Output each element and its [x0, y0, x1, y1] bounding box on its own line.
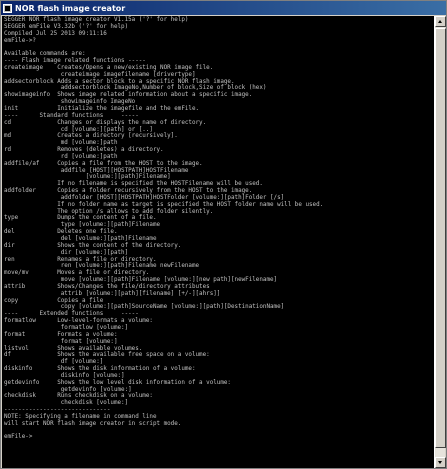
- console-line: will start NOR flash image creator in sc…: [4, 420, 182, 427]
- console-line: checkdisk Runs checkdisk on a volume:: [4, 393, 153, 400]
- console-line: addfolder Copies a folder recursively fr…: [4, 188, 253, 195]
- scroll-down-arrow-icon[interactable]: [435, 457, 446, 468]
- console-line: copy Copies a file: [4, 297, 104, 304]
- console-line: attrib [volume:][path][filename] [+/-][a…: [4, 290, 221, 297]
- vertical-scrollbar[interactable]: [434, 16, 446, 468]
- console-line: showimageinfo Shows image related inform…: [4, 92, 253, 99]
- console-line: cd [volume:][path] or [..]: [4, 126, 153, 133]
- console-line: formatlow Low-level-formats a volume:: [4, 318, 153, 325]
- console-line: listvol Shows available volumes.: [4, 345, 143, 352]
- console-line: dir Shows the content of the directory.: [4, 242, 182, 249]
- console-line: ren [volume:][path]Filename newFilename: [4, 263, 200, 270]
- console-line: Compiled Jul 25 2013 09:11:16: [4, 30, 107, 37]
- console-line: rd [volume:]path: [4, 153, 118, 160]
- scroll-up-arrow-icon[interactable]: [435, 16, 446, 27]
- console-line: format [volume:]: [4, 338, 118, 345]
- console-line: format Formats a volume:: [4, 331, 118, 338]
- console-line: rd Removes (deletes) a directory.: [4, 147, 164, 154]
- console-line: addfolder [HOST][HOSTPATH]HOSTFolder [vo…: [4, 194, 285, 201]
- console-text: SEGGER NOR flash image creator V1.15a ('…: [4, 17, 434, 441]
- console-line: getdevinfo [volume:]: [4, 386, 132, 393]
- console-line: md Creates a directory [recursively].: [4, 133, 178, 140]
- console-line: checkdisk [volume:]: [4, 400, 129, 407]
- console-line: formatlow [volume:]: [4, 324, 129, 331]
- console-line: NOTE: Specifying a filename in command l…: [4, 413, 157, 420]
- console-line: ---- Extended functions -----: [4, 311, 139, 318]
- console-line: emFile->: [4, 434, 33, 441]
- console-line: createimage Creates/Opens a new/existing…: [4, 64, 214, 71]
- console-line: del Deletes one file.: [4, 229, 118, 236]
- console-line: md [volume:]path: [4, 140, 118, 147]
- console-line: addfile [HOST][HOSTPATH]HOSTFilename: [4, 167, 189, 174]
- console-line: addfile/af Copies a file from the HOST t…: [4, 160, 203, 167]
- console-line: If no filename is specified the HOSTFile…: [4, 181, 263, 188]
- console-line: ---- Standard functions -----: [4, 112, 139, 119]
- console-line: ------------------------------: [4, 407, 111, 414]
- console-line: [volume:][path]Filename]: [4, 174, 171, 181]
- console-line: addsectorblock ImageNo,Number of block,S…: [4, 85, 267, 92]
- console-line: move [volume:][path]Filename [volume:][n…: [4, 277, 278, 284]
- console-line: copy [volume:][path]SourceName [volume:]…: [4, 304, 285, 311]
- console-line: df [volume:]: [4, 359, 104, 366]
- console-line: createimage imagefilename [drivertype]: [4, 71, 196, 78]
- console-line: SEGGER NOR flash image creator V1.15a ('…: [4, 17, 189, 23]
- console-line: diskinfo [volume:]: [4, 372, 125, 379]
- console-line: move/mv Moves a file or directory.: [4, 270, 150, 277]
- console-line: init Initialize the imagefile and the em…: [4, 105, 200, 112]
- console-line: If no folder name as target is specified…: [4, 201, 324, 208]
- console-line: attrib Shows/Changes the file/directory …: [4, 283, 210, 290]
- scrollbar-thumb[interactable]: [435, 28, 446, 448]
- console-line: ---- Flash image related functions -----: [4, 58, 146, 65]
- console-output[interactable]: SEGGER NOR flash image creator V1.15a ('…: [2, 16, 434, 468]
- console-line: showimageinfo ImageNo: [4, 99, 136, 106]
- console-line: emFile->?: [4, 37, 36, 44]
- console-line: df Shows the available free space on a v…: [4, 352, 210, 359]
- title-bar[interactable]: NOR flash image creator: [1, 1, 446, 15]
- console-line: SEGGER emFile V3.32b ('?' for help): [4, 23, 129, 30]
- console-line: The option /s allows to add folder silen…: [4, 208, 214, 215]
- console-line: ren Renames a file or directory.: [4, 256, 157, 263]
- console-line: cd Changes or displays the name of direc…: [4, 119, 207, 126]
- console-line: type Dumps the content of a file.: [4, 215, 157, 222]
- console-window-icon[interactable]: [3, 3, 12, 13]
- console-window: NOR flash image creator SEGGER NOR flash…: [0, 0, 447, 469]
- window-title: NOR flash image creator: [15, 3, 126, 13]
- console-line: type [volume:][path]Filename: [4, 222, 161, 229]
- console-line: addsectorblock Adds a sector block to a …: [4, 78, 235, 85]
- console-line: diskinfo Shows the disk information of a…: [4, 366, 196, 373]
- console-line: Available commands are:: [4, 51, 86, 58]
- console-line: getdevinfo Shows the low level disk info…: [4, 379, 231, 386]
- console-line: del [volume:][path]Filename: [4, 236, 157, 242]
- console-line: dir [volume:][path]: [4, 249, 129, 256]
